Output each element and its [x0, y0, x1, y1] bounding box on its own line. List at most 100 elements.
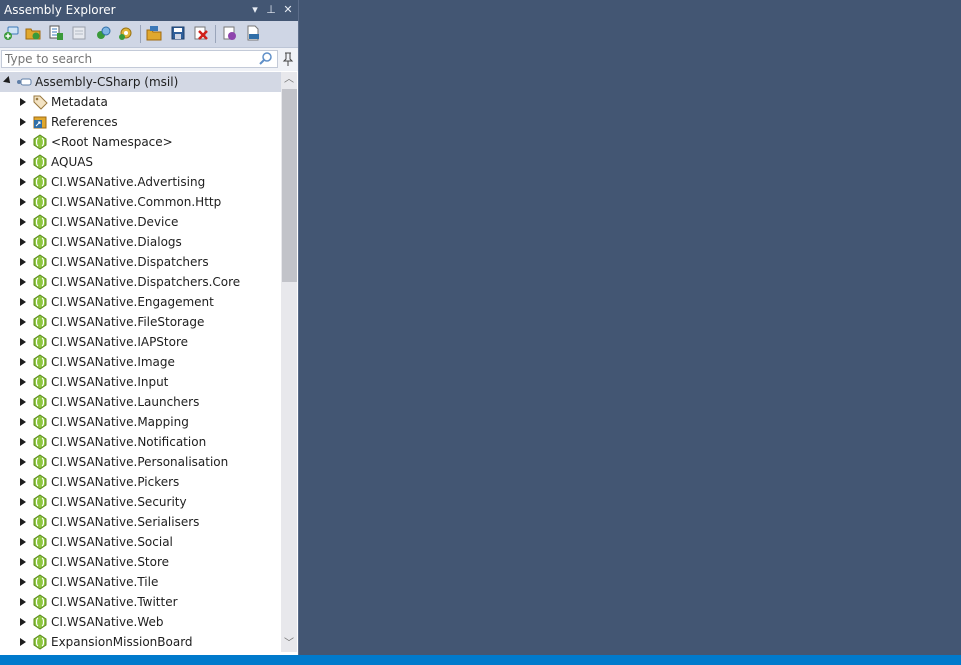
pin-search-icon[interactable] [281, 51, 295, 67]
close-icon[interactable]: ✕ [281, 2, 295, 18]
tree-item[interactable]: CI.WSANative.IAPStore [0, 332, 281, 352]
panel-title: Assembly Explorer [4, 3, 116, 17]
tree-item-label: CI.WSANative.Device [51, 215, 179, 229]
open-folder-icon[interactable] [25, 25, 41, 41]
pdb-icon[interactable] [245, 25, 261, 41]
collapse-arrow-icon[interactable] [20, 338, 26, 346]
search-input[interactable] [1, 50, 278, 68]
namespace-icon [33, 334, 47, 350]
decompile-icon[interactable] [222, 25, 238, 41]
tree-item[interactable]: CI.WSANative.Dispatchers [0, 252, 281, 272]
collapse-arrow-icon[interactable] [20, 398, 26, 406]
namespace-icon [33, 214, 47, 230]
collapse-arrow-icon[interactable] [20, 438, 26, 446]
pin-icon[interactable]: ⊥ [264, 2, 278, 18]
collapse-arrow-icon[interactable] [20, 198, 26, 206]
collapse-arrow-icon[interactable] [20, 358, 26, 366]
collapse-arrow-icon[interactable] [20, 178, 26, 186]
assembly-tree: Assembly-CSharp (msil) Metadata Reference… [0, 72, 281, 652]
collapse-arrow-icon[interactable] [20, 638, 26, 646]
namespace-icon [33, 134, 47, 150]
tree-root-assembly[interactable]: Assembly-CSharp (msil) [0, 72, 281, 92]
toolbar [0, 21, 298, 48]
tree-item[interactable]: CI.WSANative.Security [0, 492, 281, 512]
collapse-arrow-icon[interactable] [20, 98, 26, 106]
scroll-up-icon[interactable]: ︿ [281, 72, 297, 88]
namespace-icon [33, 394, 47, 410]
tree-item[interactable]: CI.WSANative.Dialogs [0, 232, 281, 252]
tree-item[interactable]: CI.WSANative.Web [0, 612, 281, 632]
scroll-down-icon[interactable]: ﹀ [281, 636, 297, 652]
tree-item[interactable]: Metadata [0, 92, 281, 112]
assembly-explorer-panel: Assembly Explorer ▾ ⊥ ✕ Type to search A… [0, 0, 299, 655]
namespace-icon [33, 254, 47, 270]
open-from-gac-icon[interactable] [3, 25, 19, 41]
tree-item[interactable]: CI.WSANative.Device [0, 212, 281, 232]
collapse-arrow-icon[interactable] [20, 238, 26, 246]
collapse-arrow-icon[interactable] [20, 298, 26, 306]
collapse-arrow-icon[interactable] [20, 158, 26, 166]
tree-item[interactable]: CI.WSANative.Common.Http [0, 192, 281, 212]
collapse-arrow-icon[interactable] [20, 318, 26, 326]
collapse-arrow-icon[interactable] [20, 118, 26, 126]
save-list-icon[interactable] [170, 25, 186, 41]
collapse-arrow-icon[interactable] [20, 518, 26, 526]
collapse-arrow-icon[interactable] [20, 498, 26, 506]
tree-item-label: CI.WSANative.Advertising [51, 175, 206, 189]
settings-search-icon[interactable] [118, 25, 134, 41]
tree-item-label: CI.WSANative.Pickers [51, 475, 180, 489]
tree-item[interactable]: CI.WSANative.Advertising [0, 172, 281, 192]
tree-item[interactable]: CI.WSANative.Tile [0, 572, 281, 592]
tree-item-label: CI.WSANative.Common.Http [51, 195, 222, 209]
collapse-arrow-icon[interactable] [20, 618, 26, 626]
tree-item[interactable]: CI.WSANative.FileStorage [0, 312, 281, 332]
tree-item[interactable]: CI.WSANative.Store [0, 552, 281, 572]
collapse-arrow-icon[interactable] [20, 578, 26, 586]
tree-item-label: CI.WSANative.Personalisation [51, 455, 229, 469]
collapse-arrow-icon[interactable] [20, 278, 26, 286]
collapse-arrow-icon[interactable] [20, 458, 26, 466]
tree-item[interactable]: CI.WSANative.Input [0, 372, 281, 392]
tree-item[interactable]: CI.WSANative.Mapping [0, 412, 281, 432]
assembly-list-icon[interactable] [71, 25, 87, 41]
scrollbar-thumb[interactable] [282, 89, 297, 282]
tree-item[interactable]: AQUAS [0, 152, 281, 172]
tree-item[interactable]: CI.WSANative.Personalisation [0, 452, 281, 472]
status-bar [0, 655, 961, 665]
namespace-icon [33, 574, 47, 590]
collapse-arrow-icon[interactable] [20, 598, 26, 606]
collapse-arrow-icon[interactable] [20, 378, 26, 386]
tree-item[interactable]: CI.WSANative.Social [0, 532, 281, 552]
remove-icon[interactable] [193, 25, 209, 41]
collapse-arrow-icon[interactable] [20, 538, 26, 546]
find-assembly-icon[interactable] [95, 25, 111, 41]
tree-item[interactable]: CI.WSANative.Pickers [0, 472, 281, 492]
tree-scrollbar[interactable]: ︿ ﹀ [281, 72, 297, 652]
tree-item[interactable]: CI.WSANative.Image [0, 352, 281, 372]
namespace-icon [33, 414, 47, 430]
tree-item-label: CI.WSANative.Dispatchers [51, 255, 209, 269]
tree-item[interactable]: <Root Namespace> [0, 132, 281, 152]
collapse-arrow-icon[interactable] [20, 418, 26, 426]
expand-arrow-icon[interactable] [3, 76, 13, 86]
tree-item[interactable]: CI.WSANative.Launchers [0, 392, 281, 412]
collapse-arrow-icon[interactable] [20, 138, 26, 146]
tree-item-label: CI.WSANative.Launchers [51, 395, 200, 409]
tree-item[interactable]: References [0, 112, 281, 132]
search-options-icon[interactable] [258, 51, 274, 67]
tree-item[interactable]: CI.WSANative.Serialisers [0, 512, 281, 532]
collapse-arrow-icon[interactable] [20, 218, 26, 226]
export-project-icon[interactable] [146, 25, 162, 41]
collapse-arrow-icon[interactable] [20, 478, 26, 486]
tree-item[interactable]: CI.WSANative.Notification [0, 432, 281, 452]
collapse-arrow-icon[interactable] [20, 558, 26, 566]
collapse-arrow-icon[interactable] [20, 258, 26, 266]
tree-item-label: <Root Namespace> [51, 135, 173, 149]
search-row [0, 48, 298, 71]
tree-item[interactable]: CI.WSANative.Engagement [0, 292, 281, 312]
tree-item[interactable]: ExpansionMissionBoard [0, 632, 281, 652]
open-list-icon[interactable] [48, 25, 64, 41]
dropdown-icon[interactable]: ▾ [248, 2, 262, 18]
tree-item[interactable]: CI.WSANative.Dispatchers.Core [0, 272, 281, 292]
tree-item[interactable]: CI.WSANative.Twitter [0, 592, 281, 612]
